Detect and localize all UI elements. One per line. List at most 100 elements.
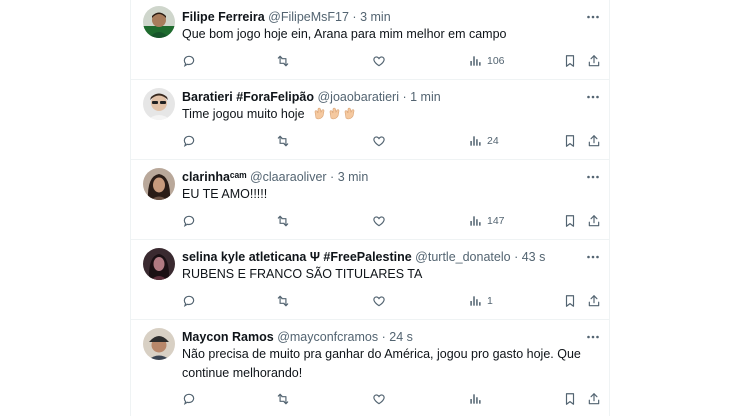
- tweet[interactable]: selina kyle atleticana Ψ #FreePalestine …: [131, 240, 609, 320]
- tweet[interactable]: Baratieri #ForaFelipão @joaobaratieri · …: [131, 80, 609, 160]
- more-horizontal-icon[interactable]: [585, 89, 601, 105]
- separator: ·: [352, 10, 357, 24]
- share-button[interactable]: [587, 51, 601, 71]
- share-icon: [587, 214, 601, 228]
- author-handle[interactable]: @mayconfcramos: [277, 330, 378, 344]
- like-button[interactable]: [372, 51, 386, 71]
- timestamp[interactable]: 43 s: [522, 250, 546, 264]
- reply-button[interactable]: [182, 291, 196, 311]
- reply-icon: [182, 294, 196, 308]
- avatar[interactable]: [143, 248, 175, 280]
- bookmark-icon: [563, 54, 577, 68]
- more-horizontal-icon[interactable]: [585, 249, 601, 265]
- timestamp[interactable]: 3 min: [338, 170, 369, 184]
- view-count: 106: [487, 55, 505, 67]
- more-horizontal-icon[interactable]: [585, 9, 601, 25]
- tweet[interactable]: Filipe Ferreira @FilipeMsF17 · 3 min Que…: [131, 0, 609, 80]
- tweet-header: Filipe Ferreira @FilipeMsF17 · 3 min: [182, 7, 581, 27]
- views-button[interactable]: 1: [468, 291, 493, 311]
- view-count: 1: [487, 295, 493, 307]
- timestamp[interactable]: 1 min: [410, 90, 441, 104]
- reply-icon: [182, 214, 196, 228]
- bookmark-icon: [563, 392, 577, 406]
- avatar[interactable]: [143, 6, 175, 38]
- view-count: 147: [487, 215, 505, 227]
- views-icon: [468, 54, 482, 68]
- like-icon: [372, 392, 386, 406]
- share-icon: [587, 134, 601, 148]
- author-name[interactable]: Maycon Ramos: [182, 330, 274, 344]
- views-button[interactable]: [468, 389, 487, 409]
- share-icon: [587, 54, 601, 68]
- views-button[interactable]: 24: [468, 131, 499, 151]
- author-handle[interactable]: @joaobaratieri: [317, 90, 398, 104]
- timeline-feed: Filipe Ferreira @FilipeMsF17 · 3 min Que…: [130, 0, 610, 416]
- separator: ·: [330, 170, 335, 184]
- tweet-actions: 106: [182, 51, 600, 71]
- views-button[interactable]: 147: [468, 211, 505, 231]
- views-icon: [468, 294, 482, 308]
- like-button[interactable]: [372, 291, 386, 311]
- reply-button[interactable]: [182, 131, 196, 151]
- tweet[interactable]: clarinhaᶜᵃᵐ @claaraoliver · 3 min EU TE …: [131, 160, 609, 240]
- reply-button[interactable]: [182, 211, 196, 231]
- retweet-icon: [276, 294, 290, 308]
- like-button[interactable]: [372, 131, 386, 151]
- separator: ·: [514, 250, 519, 264]
- bookmark-button[interactable]: [563, 51, 577, 71]
- separator: ·: [381, 330, 386, 344]
- like-icon: [372, 134, 386, 148]
- tweet-text-line: Não precisa de muito pra ganhar do Améri…: [182, 347, 581, 361]
- reply-icon: [182, 392, 196, 406]
- tweet-actions: [182, 389, 600, 409]
- share-icon: [587, 392, 601, 406]
- timestamp[interactable]: 24 s: [389, 330, 413, 344]
- retweet-button[interactable]: [276, 291, 290, 311]
- retweet-button[interactable]: [276, 211, 290, 231]
- retweet-button[interactable]: [276, 389, 290, 409]
- share-button[interactable]: [587, 131, 601, 151]
- retweet-button[interactable]: [276, 51, 290, 71]
- views-icon: [468, 392, 482, 406]
- like-button[interactable]: [372, 389, 386, 409]
- author-name[interactable]: Filipe Ferreira: [182, 10, 265, 24]
- like-icon: [372, 294, 386, 308]
- reply-button[interactable]: [182, 51, 196, 71]
- author-name[interactable]: Baratieri #ForaFelipão: [182, 90, 314, 104]
- tweet-actions: 147: [182, 211, 600, 231]
- bookmark-button[interactable]: [563, 291, 577, 311]
- avatar[interactable]: [143, 328, 175, 360]
- share-button[interactable]: [587, 211, 601, 231]
- retweet-button[interactable]: [276, 131, 290, 151]
- reply-icon: [182, 134, 196, 148]
- bookmark-button[interactable]: [563, 389, 577, 409]
- tweet-header: clarinhaᶜᵃᵐ @claaraoliver · 3 min: [182, 167, 581, 187]
- bookmark-icon: [563, 294, 577, 308]
- avatar[interactable]: [143, 88, 175, 120]
- like-icon: [372, 54, 386, 68]
- tweet-text: Não precisa de muito pra ganhar do Améri…: [182, 345, 585, 383]
- author-name[interactable]: clarinhaᶜᵃᵐ: [182, 170, 246, 184]
- share-button[interactable]: [587, 389, 601, 409]
- tweet-actions: 1: [182, 291, 600, 311]
- author-handle[interactable]: @turtle_donatelo: [415, 250, 510, 264]
- avatar[interactable]: [143, 168, 175, 200]
- bookmark-button[interactable]: [563, 211, 577, 231]
- author-handle[interactable]: @FilipeMsF17: [268, 10, 349, 24]
- reply-button[interactable]: [182, 389, 196, 409]
- retweet-icon: [276, 54, 290, 68]
- views-icon: [468, 214, 482, 228]
- bookmark-button[interactable]: [563, 131, 577, 151]
- more-horizontal-icon[interactable]: [585, 169, 601, 185]
- tweet[interactable]: Maycon Ramos @mayconfcramos · 24 s Não p…: [131, 320, 609, 416]
- views-button[interactable]: 106: [468, 51, 505, 71]
- share-button[interactable]: [587, 291, 601, 311]
- like-button[interactable]: [372, 211, 386, 231]
- retweet-icon: [276, 134, 290, 148]
- tweet-text: Time jogou muito hoje 👏👏👏: [182, 105, 585, 128]
- author-name[interactable]: selina kyle atleticana Ψ #FreePalestine: [182, 250, 412, 264]
- more-horizontal-icon[interactable]: [585, 329, 601, 345]
- author-handle[interactable]: @claaraoliver: [250, 170, 327, 184]
- timestamp[interactable]: 3 min: [360, 10, 391, 24]
- bookmark-icon: [563, 214, 577, 228]
